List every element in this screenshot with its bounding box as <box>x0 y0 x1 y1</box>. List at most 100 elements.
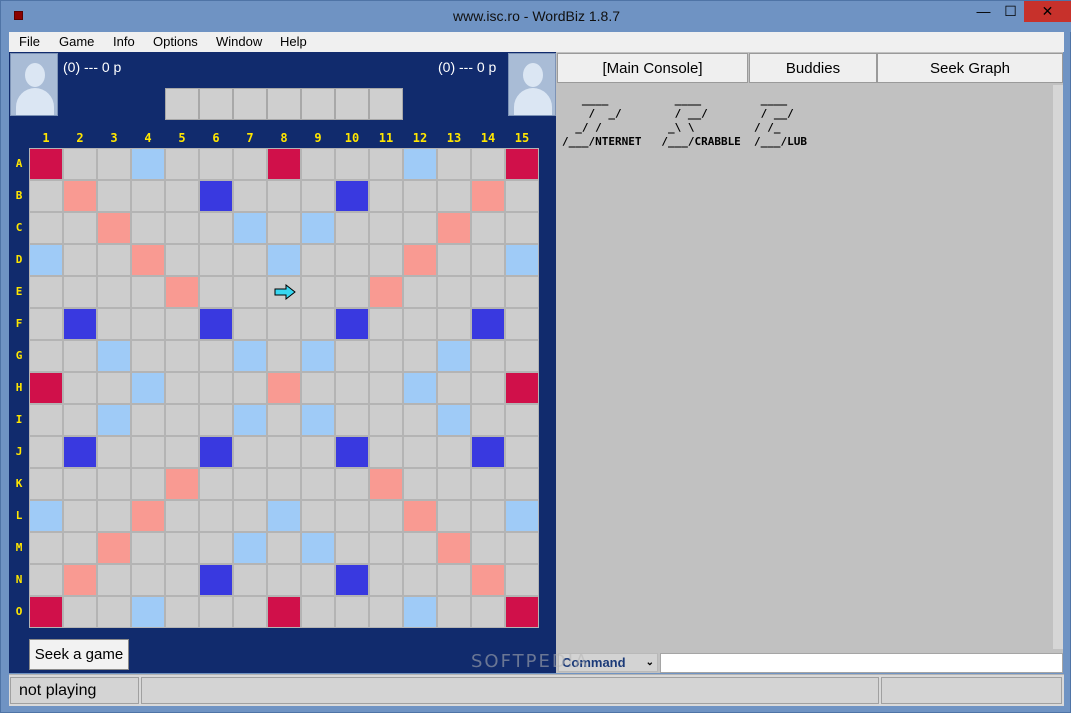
board-cell-A11[interactable] <box>369 148 403 180</box>
tab-buddies[interactable]: Buddies <box>749 53 877 83</box>
board-cell-L11[interactable] <box>369 500 403 532</box>
menu-window[interactable]: Window <box>216 34 262 49</box>
board-cell-J4[interactable] <box>131 436 165 468</box>
board-cell-L3[interactable] <box>97 500 131 532</box>
board-cell-C12[interactable] <box>403 212 437 244</box>
board-cell-M14[interactable] <box>471 532 505 564</box>
board-cell-I9[interactable] <box>301 404 335 436</box>
board-cell-J1[interactable] <box>29 436 63 468</box>
board-cell-J14[interactable] <box>471 436 505 468</box>
board-cell-H9[interactable] <box>301 372 335 404</box>
board-cell-J6[interactable] <box>199 436 233 468</box>
board-cell-B4[interactable] <box>131 180 165 212</box>
board-cell-G4[interactable] <box>131 340 165 372</box>
board-cell-D10[interactable] <box>335 244 369 276</box>
board-cell-L13[interactable] <box>437 500 471 532</box>
board-cell-K14[interactable] <box>471 468 505 500</box>
board-cell-C10[interactable] <box>335 212 369 244</box>
board-cell-J2[interactable] <box>63 436 97 468</box>
board-cell-H2[interactable] <box>63 372 97 404</box>
command-input[interactable] <box>660 653 1063 673</box>
board-cell-N7[interactable] <box>233 564 267 596</box>
board-cell-G11[interactable] <box>369 340 403 372</box>
title-bar[interactable]: www.isc.ro - WordBiz 1.8.7 — ☐ ✕ <box>1 1 1071 32</box>
board-cell-E6[interactable] <box>199 276 233 308</box>
board-cell-G12[interactable] <box>403 340 437 372</box>
board-cell-F8[interactable] <box>267 308 301 340</box>
board-cell-B6[interactable] <box>199 180 233 212</box>
board-cell-L14[interactable] <box>471 500 505 532</box>
board-cell-N8[interactable] <box>267 564 301 596</box>
board-cell-D7[interactable] <box>233 244 267 276</box>
maximize-button[interactable]: ☐ <box>997 1 1024 22</box>
board-cell-K8[interactable] <box>267 468 301 500</box>
board-cell-K4[interactable] <box>131 468 165 500</box>
board-cell-I1[interactable] <box>29 404 63 436</box>
board-cell-I12[interactable] <box>403 404 437 436</box>
board-cell-A6[interactable] <box>199 148 233 180</box>
board-cell-D8[interactable] <box>267 244 301 276</box>
board-cell-M6[interactable] <box>199 532 233 564</box>
rack-slot[interactable] <box>267 88 301 120</box>
board-cell-N2[interactable] <box>63 564 97 596</box>
board-cell-I5[interactable] <box>165 404 199 436</box>
board-cell-A9[interactable] <box>301 148 335 180</box>
board-cell-J11[interactable] <box>369 436 403 468</box>
board-cell-B12[interactable] <box>403 180 437 212</box>
seek-game-button[interactable]: Seek a game <box>29 639 129 670</box>
board-cell-D9[interactable] <box>301 244 335 276</box>
board-cell-E10[interactable] <box>335 276 369 308</box>
board-cell-I14[interactable] <box>471 404 505 436</box>
board-cell-M11[interactable] <box>369 532 403 564</box>
board-cell-L5[interactable] <box>165 500 199 532</box>
board-cell-B10[interactable] <box>335 180 369 212</box>
board-cell-E9[interactable] <box>301 276 335 308</box>
board-cell-K13[interactable] <box>437 468 471 500</box>
board-cell-A3[interactable] <box>97 148 131 180</box>
board-cell-G9[interactable] <box>301 340 335 372</box>
board-cell-G3[interactable] <box>97 340 131 372</box>
board-cell-O11[interactable] <box>369 596 403 628</box>
rack-slot[interactable] <box>233 88 267 120</box>
board-cell-C8[interactable] <box>267 212 301 244</box>
board-cell-D6[interactable] <box>199 244 233 276</box>
board-cell-I8[interactable] <box>267 404 301 436</box>
board-cell-E14[interactable] <box>471 276 505 308</box>
board-cell-E7[interactable] <box>233 276 267 308</box>
board-cell-N9[interactable] <box>301 564 335 596</box>
board-cell-L1[interactable] <box>29 500 63 532</box>
board-cell-L8[interactable] <box>267 500 301 532</box>
board-cell-J7[interactable] <box>233 436 267 468</box>
board-cell-I3[interactable] <box>97 404 131 436</box>
board-cell-D12[interactable] <box>403 244 437 276</box>
board-cell-F15[interactable] <box>505 308 539 340</box>
board-cell-H13[interactable] <box>437 372 471 404</box>
board-cell-E15[interactable] <box>505 276 539 308</box>
board-cell-D11[interactable] <box>369 244 403 276</box>
board-cell-B15[interactable] <box>505 180 539 212</box>
board-cell-A2[interactable] <box>63 148 97 180</box>
board-cell-N14[interactable] <box>471 564 505 596</box>
board-cell-O12[interactable] <box>403 596 437 628</box>
board-cell-H15[interactable] <box>505 372 539 404</box>
board-cell-O7[interactable] <box>233 596 267 628</box>
board-cell-G10[interactable] <box>335 340 369 372</box>
board-cell-N4[interactable] <box>131 564 165 596</box>
board-cell-K3[interactable] <box>97 468 131 500</box>
board-cell-N11[interactable] <box>369 564 403 596</box>
board-cell-D2[interactable] <box>63 244 97 276</box>
board-cell-M7[interactable] <box>233 532 267 564</box>
menu-info[interactable]: Info <box>113 34 135 49</box>
board-cell-F3[interactable] <box>97 308 131 340</box>
board-cell-E3[interactable] <box>97 276 131 308</box>
menu-file[interactable]: File <box>19 34 40 49</box>
board-cell-I13[interactable] <box>437 404 471 436</box>
board-cell-O9[interactable] <box>301 596 335 628</box>
board-cell-H11[interactable] <box>369 372 403 404</box>
board-cell-E11[interactable] <box>369 276 403 308</box>
tab-seek-graph[interactable]: Seek Graph <box>877 53 1063 83</box>
board-cell-J5[interactable] <box>165 436 199 468</box>
board-cell-C5[interactable] <box>165 212 199 244</box>
board-cell-H6[interactable] <box>199 372 233 404</box>
board-cell-G2[interactable] <box>63 340 97 372</box>
